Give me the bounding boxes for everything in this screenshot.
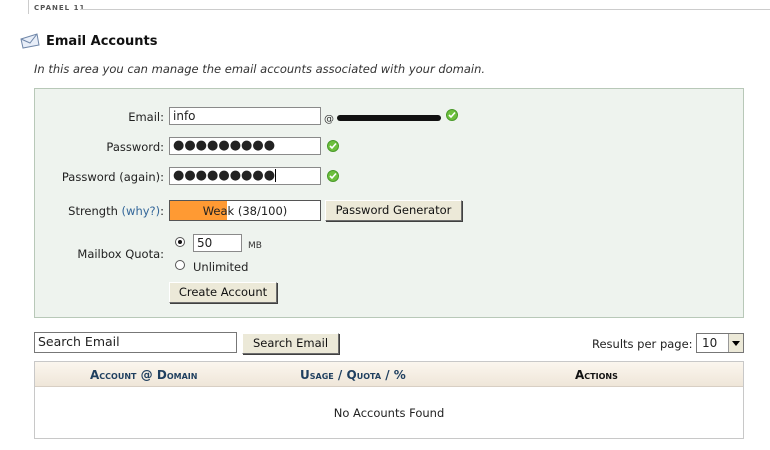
search-input[interactable]: Search Email xyxy=(34,332,237,353)
quota-unlimited-label: Unlimited xyxy=(193,260,249,274)
password-again-valid-check-icon xyxy=(327,170,339,182)
envelope-icon xyxy=(20,33,40,49)
results-per-page-select[interactable]: 10 xyxy=(696,333,744,353)
quota-input-value: 50 xyxy=(197,236,213,250)
strength-meter: Weak (38/100) xyxy=(169,200,321,221)
table-header: Account @ Domain Usage / Quota / % Actio… xyxy=(35,362,743,387)
password-again-field[interactable]: ●●●●●●●●● xyxy=(169,167,321,185)
quota-unlimited-radio[interactable] xyxy=(175,260,185,270)
strength-label: Strength (why?): xyxy=(34,204,164,218)
create-account-button[interactable]: Create Account xyxy=(169,282,277,303)
radio-selected-icon xyxy=(178,240,182,244)
strength-label-colon: : xyxy=(160,204,164,218)
strength-label-text: Strength xyxy=(68,204,118,218)
search-input-value: Search Email xyxy=(38,334,120,349)
domain-redaction xyxy=(337,115,441,121)
empty-table-message: No Accounts Found xyxy=(333,406,445,420)
password-field-value: ●●●●●●●●● xyxy=(173,138,276,153)
at-sign: @ xyxy=(324,114,334,125)
header-usage-text: Usage xyxy=(300,368,334,382)
accounts-table: Account @ Domain Usage / Quota / % Actio… xyxy=(34,361,744,439)
results-per-page-label: Results per page: xyxy=(592,337,693,351)
strength-why-link[interactable]: (why?) xyxy=(122,204,161,218)
column-header-usage[interactable]: Usage / Quota / % xyxy=(300,368,406,382)
top-bar: CPANEL 11 xyxy=(0,0,770,22)
password-again-label: Password (again): xyxy=(61,170,164,184)
search-email-button[interactable]: Search Email xyxy=(242,333,339,354)
header-account-text: Account xyxy=(90,368,137,382)
email-field[interactable]: info xyxy=(169,107,321,125)
page-title-text: Email Accounts xyxy=(46,33,158,49)
password-field[interactable]: ●●●●●●●●● xyxy=(169,137,321,155)
password-valid-check-icon xyxy=(327,140,339,152)
header-domain-text: Domain xyxy=(156,368,198,382)
header-quota-text: Quota xyxy=(346,368,382,382)
dropdown-arrow[interactable] xyxy=(728,334,743,352)
password-again-field-value: ●●●●●●●●● xyxy=(173,168,276,183)
top-bar-divider xyxy=(28,0,29,14)
quota-limited-radio[interactable] xyxy=(175,237,185,247)
top-bar-line xyxy=(80,9,770,10)
results-per-page-value: 10 xyxy=(702,336,718,350)
header-percent-text: % xyxy=(393,368,406,382)
column-header-account[interactable]: Account @ Domain xyxy=(90,368,197,382)
quota-unit: MB xyxy=(248,241,262,251)
page-title: Email Accounts xyxy=(20,33,158,49)
email-valid-check-icon xyxy=(446,109,458,121)
page-description: In this area you can manage the email ac… xyxy=(34,62,486,76)
mailbox-quota-label: Mailbox Quota: xyxy=(77,247,164,261)
email-field-value: info xyxy=(173,109,196,123)
header-sep1-text: / xyxy=(337,368,343,382)
password-label: Password: xyxy=(106,140,164,154)
header-sep2-text: / xyxy=(385,368,390,382)
text-cursor xyxy=(275,169,277,182)
column-header-actions: Actions xyxy=(575,368,618,382)
email-label: Email: xyxy=(128,110,164,124)
header-at-text: @ xyxy=(140,368,153,382)
quota-input[interactable]: 50 xyxy=(193,234,242,252)
password-generator-button[interactable]: Password Generator xyxy=(325,200,462,221)
chevron-down-icon xyxy=(732,341,740,346)
strength-meter-text: Weak (38/100) xyxy=(202,204,288,218)
brand-label: CPANEL 11 xyxy=(34,4,86,12)
